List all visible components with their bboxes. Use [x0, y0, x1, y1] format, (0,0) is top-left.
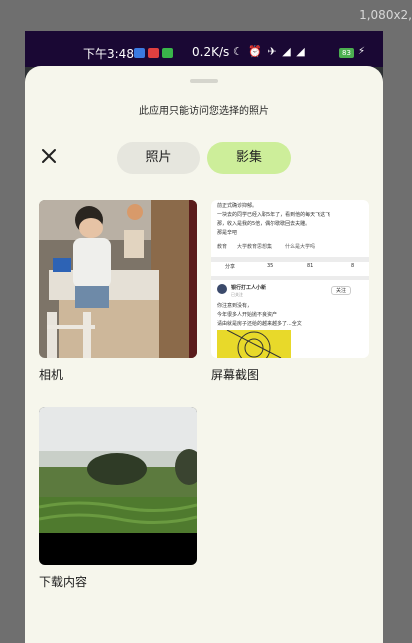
preview-text: 请由就是房子还给的越来越多了...全文 [217, 321, 302, 327]
preview-divider [211, 257, 369, 262]
phone-screen: 下午3:48 0.2K/s ☾ ⏰ ✈ ◢ ◢ 83 ⚡ 此应用只能访问您选择的… [25, 31, 383, 643]
drag-handle[interactable] [190, 79, 218, 83]
album-thumbnail[interactable] [39, 200, 197, 358]
preview-text: 那是辛吧 [217, 230, 238, 236]
preview-tag: 大学教育思想集 [237, 244, 273, 250]
author-name: 银行打工人小新 [231, 285, 267, 291]
author-avatar [217, 284, 227, 294]
preview-text: 前正式确诊抑郁。 [217, 203, 258, 209]
preview-action: 35 [267, 263, 274, 269]
camera-album-preview [39, 200, 197, 358]
preview-action: 分享 [225, 264, 236, 270]
app-notification-icon [134, 48, 145, 58]
preview-action: 81 [307, 263, 314, 269]
charging-icon: ⚡ [358, 46, 366, 57]
preview-image [217, 330, 291, 358]
tab-photos[interactable]: 照片 [117, 142, 200, 174]
album-label: 下载内容 [39, 575, 88, 589]
album-camera[interactable]: 相机 [39, 200, 197, 383]
app-notification-icon [162, 48, 173, 58]
preview-tag: 什么是大学吗 [285, 244, 316, 250]
status-bar: 下午3:48 0.2K/s ☾ ⏰ ✈ ◢ ◢ 83 ⚡ [25, 31, 383, 67]
network-speed: 0.2K/s [192, 45, 230, 59]
photo-picker-sheet: 此应用只能访问您选择的照片 照片 影集 相机 前正式确诊抑郁。 一块去的同学已经… [25, 66, 383, 643]
status-icons: ☾ ⏰ ✈ ◢ ◢ [233, 45, 306, 58]
album-label: 屏幕截图 [211, 368, 260, 382]
album-screenshots[interactable]: 前正式确诊抑郁。 一块去的同学已经入职5年了，看到他的每天飞这飞 那，收入是我的… [211, 200, 369, 383]
album-thumbnail[interactable] [39, 407, 197, 565]
downloads-album-preview [39, 407, 197, 565]
preview-text: 那，收入是我的5倍，偶尔歇歇回去夫雕。 [217, 221, 311, 227]
preview-tag: 教育 [217, 244, 228, 250]
status-time: 下午3:48 [83, 47, 134, 61]
album-thumbnail[interactable]: 前正式确诊抑郁。 一块去的同学已经入职5年了，看到他的每天飞这飞 那，收入是我的… [211, 200, 369, 358]
preview-action: 8 [351, 263, 355, 269]
album-label: 相机 [39, 368, 64, 382]
access-notice: 此应用只能访问您选择的照片 [139, 106, 269, 117]
preview-text: 今年很多人开始抛不良资产 [217, 312, 278, 318]
preview-divider [211, 276, 369, 280]
close-button[interactable] [39, 146, 59, 166]
follow-button: 关注 [331, 286, 352, 295]
notification-icons [134, 48, 173, 58]
close-icon [42, 149, 56, 163]
app-notification-icon [148, 48, 159, 58]
battery-icon: 83 [339, 48, 354, 58]
resolution-label: 1,080x2, [359, 8, 412, 22]
album-downloads[interactable]: 下载内容 [39, 407, 197, 590]
tab-albums[interactable]: 影集 [207, 142, 291, 174]
author-sub: 已关注 [231, 292, 243, 297]
preview-text: 一块去的同学已经入职5年了，看到他的每天飞这飞 [217, 212, 331, 218]
preview-text: 你注意到没有， [217, 303, 253, 309]
